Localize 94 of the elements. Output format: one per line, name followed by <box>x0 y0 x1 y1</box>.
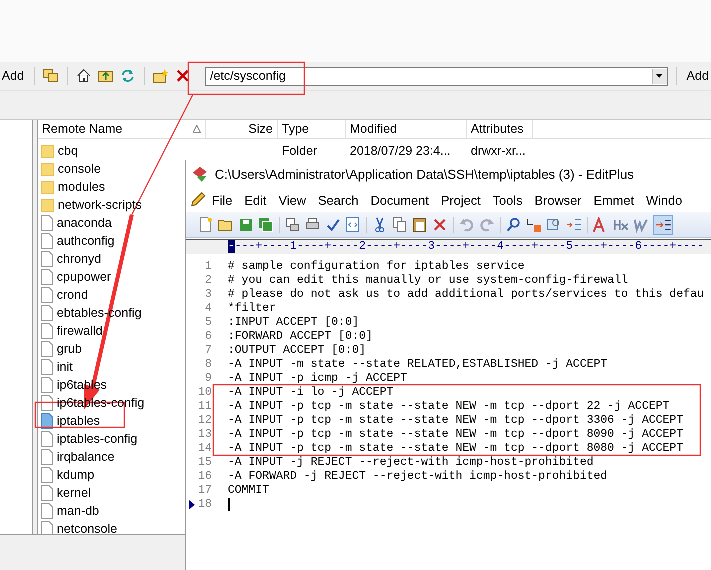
line-number: 18 <box>197 498 212 512</box>
home-icon[interactable] <box>76 68 92 84</box>
refresh-icon[interactable] <box>120 68 136 84</box>
code-line: # you can edit this manually or use system-config-firewall <box>228 274 628 288</box>
file-name[interactable]: cbq <box>58 144 78 158</box>
code-line: *filter <box>228 302 276 316</box>
line-number: 4 <box>204 302 212 316</box>
menu-item[interactable]: Emmet <box>588 190 640 210</box>
dropdown-arrow-icon <box>656 74 664 78</box>
file-name[interactable]: grub <box>57 342 82 356</box>
code-line: -A INPUT -i lo -j ACCEPT <box>228 386 394 400</box>
windows-icon[interactable] <box>43 68 60 84</box>
line-number: 16 <box>197 470 212 484</box>
line-number: 1 <box>204 260 212 274</box>
search-icon[interactable] <box>506 216 522 232</box>
browser-icon[interactable] <box>345 216 361 232</box>
file-name[interactable]: console <box>58 162 102 176</box>
save-all-icon[interactable] <box>258 216 274 232</box>
menu-item[interactable]: Edit <box>238 190 273 210</box>
line-number: 15 <box>197 456 212 470</box>
code-line: -A INPUT -p tcp -m state --state NEW -m tcp --dport 8090 -j ACCEPT <box>228 428 684 442</box>
line-number: 17 <box>197 484 212 498</box>
code-line: :FORWARD ACCEPT [0:0] <box>228 330 373 344</box>
line-number: 3 <box>204 288 212 302</box>
paste-icon[interactable] <box>412 216 428 232</box>
app-icon <box>191 165 209 183</box>
file-name[interactable]: iptables <box>57 414 100 428</box>
window-title: C:\Users\Administrator\Application Data\SSH\temp\iptables (3) - EditPlus <box>215 166 634 182</box>
menu-item[interactable]: Tools <box>486 190 529 210</box>
file-name[interactable]: init <box>57 360 73 374</box>
code-line: COMMIT <box>228 484 270 498</box>
file-name[interactable]: authconfig <box>57 234 115 248</box>
print-preview-icon[interactable] <box>285 216 301 232</box>
line-number: 6 <box>204 330 212 344</box>
spellcheck-icon[interactable] <box>325 216 341 232</box>
menu-item[interactable]: Project <box>435 190 487 210</box>
menu-item[interactable]: View <box>272 190 312 210</box>
file-name[interactable]: crond <box>57 288 88 302</box>
code-line: -A FORWARD -j REJECT --reject-with icmp-host-prohibited <box>228 470 608 484</box>
file-name[interactable]: modules <box>58 180 106 194</box>
italic-w-icon[interactable] <box>633 216 649 232</box>
column-header[interactable]: Remote Name <box>42 122 193 136</box>
print-icon[interactable] <box>305 216 321 232</box>
line-number: 10 <box>197 386 212 400</box>
file-name[interactable]: iptables-config <box>57 432 138 446</box>
menu-item[interactable]: Browser <box>528 190 588 210</box>
code-line: -A INPUT -p icmp -j ACCEPT <box>228 372 408 386</box>
line-number: 7 <box>204 344 212 358</box>
delete-icon[interactable] <box>432 216 448 232</box>
line-number: 11 <box>197 400 212 414</box>
save-icon[interactable] <box>238 216 254 232</box>
file-name[interactable]: firewalld <box>57 324 103 338</box>
type-cell-text: Folder <box>281 144 318 158</box>
file-name[interactable]: cpupower <box>57 270 112 284</box>
file-name[interactable]: anaconda <box>57 216 112 230</box>
line-number: 9 <box>204 372 212 386</box>
line-number: 14 <box>197 442 212 456</box>
new-file-icon[interactable] <box>198 216 214 232</box>
file-name[interactable]: man-db <box>57 504 100 518</box>
text-cursor <box>228 498 230 511</box>
file-name[interactable]: chronyd <box>57 252 102 266</box>
code-line: -A INPUT -p tcp -m state --state NEW -m tcp --dport 8080 -j ACCEPT <box>228 442 684 456</box>
sort-indicator-icon <box>193 125 201 133</box>
code-line: :INPUT ACCEPT [0:0] <box>228 316 360 330</box>
code-line: -A INPUT -m state --state RELATED,ESTABLISHED -j ACCEPT <box>228 358 608 372</box>
menu-item[interactable]: Windo <box>640 190 689 210</box>
line-number: 2 <box>204 274 212 288</box>
menu-item[interactable]: Document <box>364 190 436 210</box>
pencil-icon <box>190 192 206 208</box>
indent-list-icon[interactable] <box>566 216 582 232</box>
copy-icon[interactable] <box>392 216 408 232</box>
file-name[interactable]: kernel <box>57 486 92 500</box>
code-line: -A INPUT -j REJECT --reject-with icmp-host-prohibited <box>228 456 594 470</box>
code-line: -A INPUT -p tcp -m state --state NEW -m tcp --dport 22 -j ACCEPT <box>228 400 670 414</box>
file-name[interactable]: irqbalance <box>57 450 115 464</box>
code-line: # please do not ask us to add additional ports/services to this defau <box>228 288 704 302</box>
word-wrap-icon[interactable] <box>653 214 673 234</box>
line-number: 5 <box>204 316 212 330</box>
modified-cell-text: 2018/07/29 23:4... <box>349 144 452 158</box>
new-folder-icon[interactable] <box>153 68 170 84</box>
file-name[interactable]: netconsole <box>57 522 118 536</box>
current-line-marker-icon <box>189 500 195 510</box>
code-line: :OUTPUT ACCEPT [0:0] <box>228 344 366 358</box>
code-line: -A INPUT -p tcp -m state --state NEW -m tcp --dport 3306 -j ACCEPT <box>228 414 684 428</box>
menu-item[interactable]: Search <box>312 190 365 210</box>
column-ruler: ----+----1----+----2----+----3----+----4----+----5----+----6----+---- <box>186 239 711 254</box>
line-number: 8 <box>204 358 212 372</box>
menu-item[interactable]: File <box>206 190 239 210</box>
path-field[interactable]: /etc/sysconfig <box>205 66 668 86</box>
line-number: 12 <box>197 414 212 428</box>
line-number: 13 <box>197 428 212 442</box>
file-name[interactable]: kdump <box>57 468 95 482</box>
attributes-cell-text: drwxr-xr... <box>470 144 527 158</box>
code-line: # sample configuration for iptables service <box>228 260 525 274</box>
